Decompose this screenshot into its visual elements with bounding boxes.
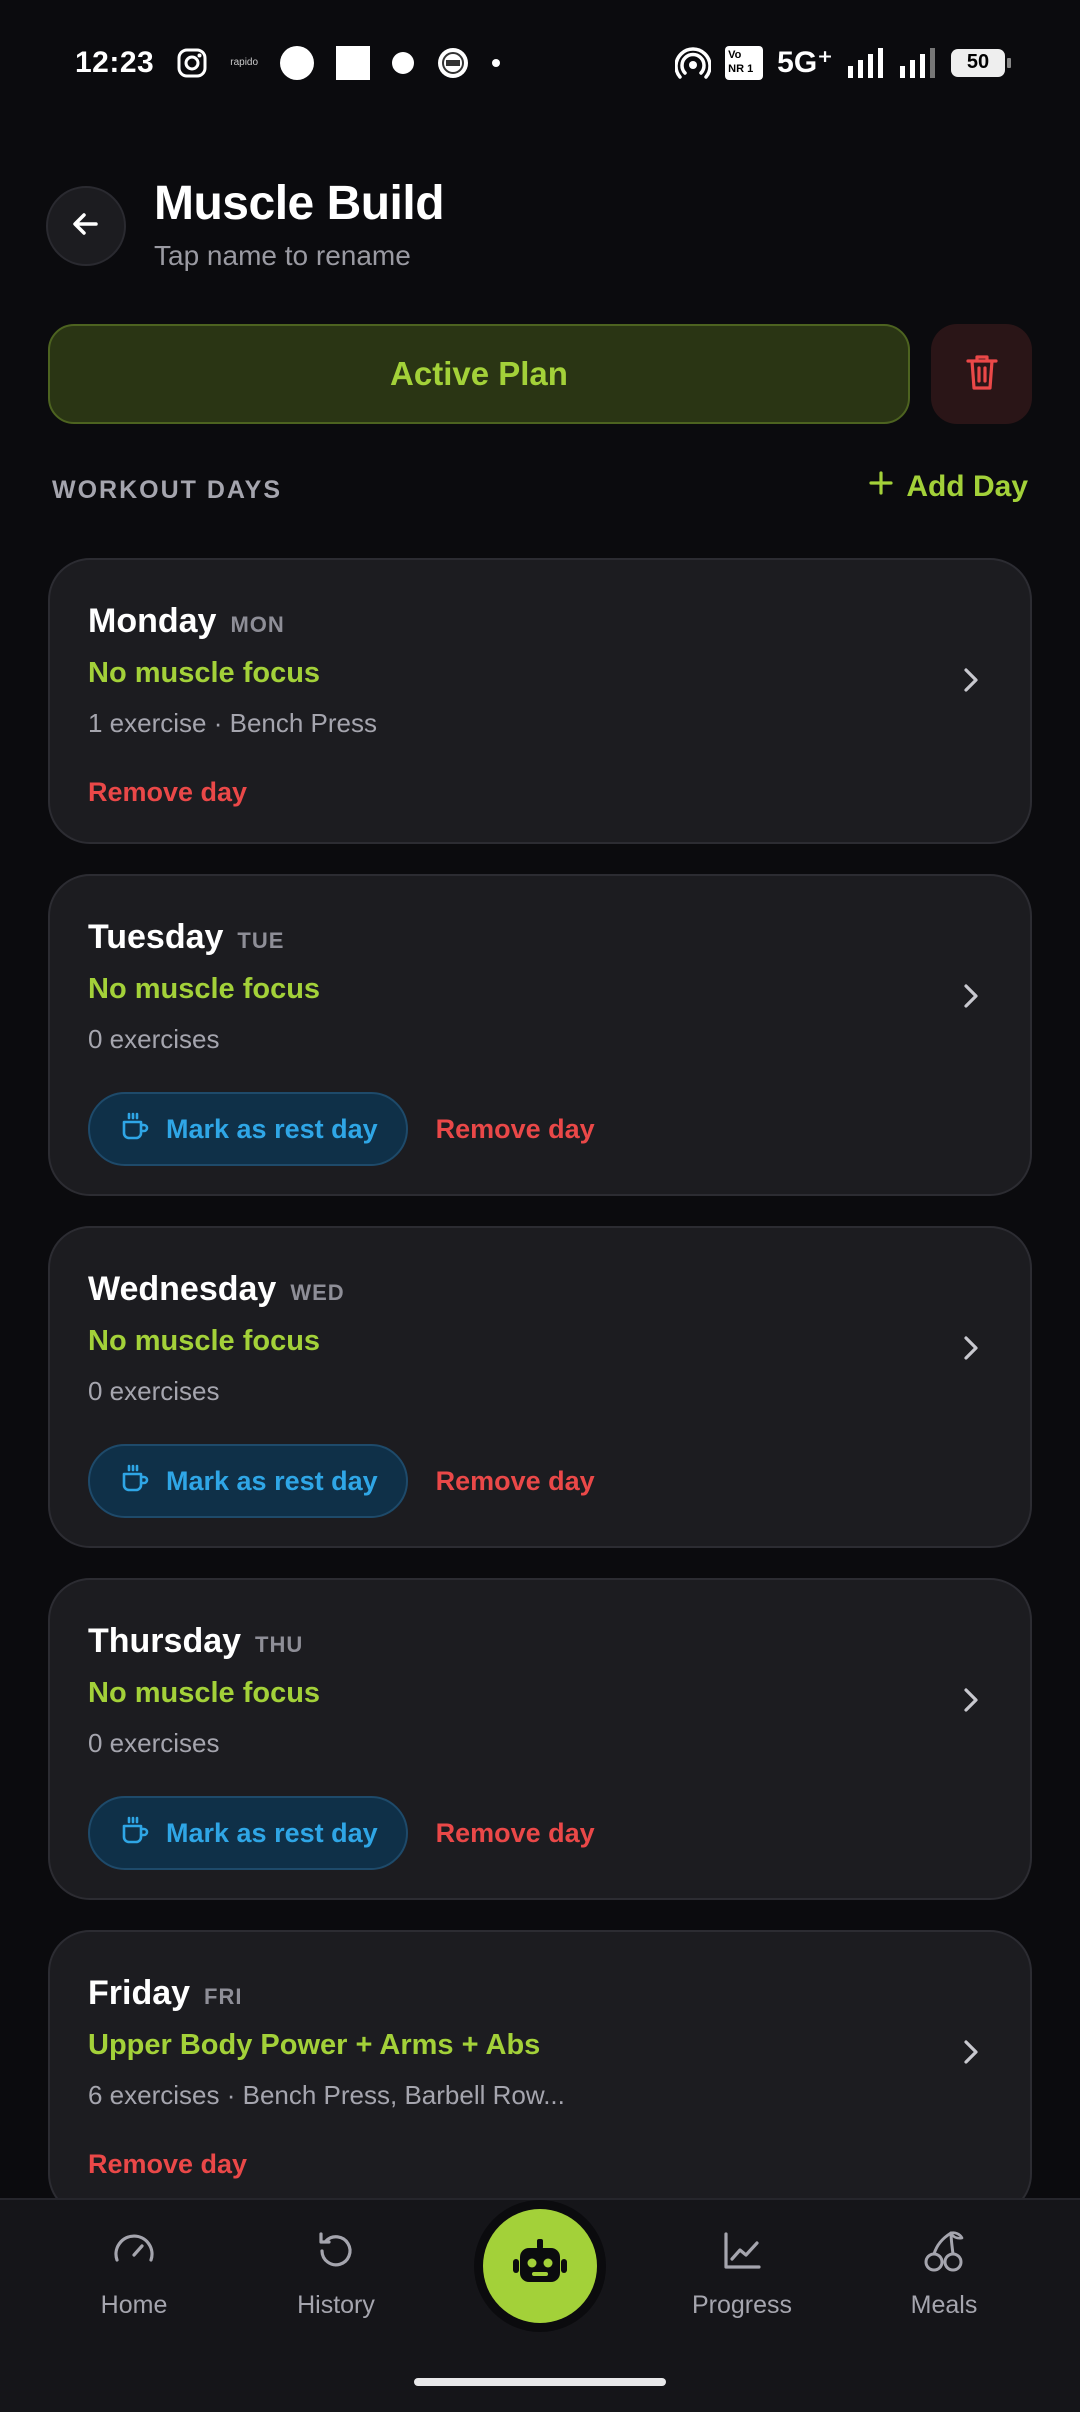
instagram-icon <box>176 47 208 79</box>
nav-history[interactable]: History <box>256 2228 416 2320</box>
nav-meals-label: Meals <box>910 2291 978 2319</box>
notification-square-icon <box>336 45 371 80</box>
speedometer-icon <box>111 2228 157 2281</box>
coffee-cup-icon <box>120 1111 150 1148</box>
plan-name-title[interactable]: Muscle Build <box>154 176 445 231</box>
mark-rest-day-label: Mark as rest day <box>166 1465 378 1496</box>
history-icon <box>313 2228 359 2281</box>
plus-icon <box>868 470 894 504</box>
day-exercise-summary: 0 exercises <box>88 1024 220 1054</box>
chart-line-icon <box>719 2228 765 2281</box>
day-muscle-focus: No muscle focus <box>88 657 321 689</box>
rename-hint: Tap name to rename <box>154 240 411 271</box>
day-name: Thursday <box>88 1622 242 1660</box>
rapido-icon: rapido <box>230 57 259 68</box>
delete-plan-button[interactable] <box>931 324 1032 424</box>
coffee-cup-icon <box>120 1815 150 1852</box>
add-day-button[interactable]: Add Day <box>868 470 1028 504</box>
mark-rest-day-label: Mark as rest day <box>166 1817 378 1848</box>
remove-day-button[interactable]: Remove day <box>436 1466 595 1497</box>
coffee-cup-icon <box>120 1463 150 1500</box>
chevron-right-icon[interactable] <box>956 1680 986 1720</box>
remove-day-button[interactable]: Remove day <box>88 2149 247 2180</box>
day-abbr: FRI <box>204 1984 243 2009</box>
day-muscle-focus: Upper Body Power + Arms + Abs <box>88 2029 541 2061</box>
chevron-right-icon[interactable] <box>956 2032 986 2072</box>
nav-history-label: History <box>297 2291 375 2319</box>
signal-strength-2-icon <box>899 47 937 78</box>
day-exercise-summary: 6 exercises · Bench Press, Barbell Row..… <box>88 2080 565 2110</box>
day-name: Monday <box>88 602 217 640</box>
day-muscle-focus: No muscle focus <box>88 1677 321 1709</box>
signal-strength-icon <box>847 47 885 78</box>
active-plan-button[interactable]: Active Plan <box>48 324 910 424</box>
day-name: Tuesday <box>88 918 224 956</box>
robot-icon <box>508 2234 572 2299</box>
day-name: Wednesday <box>88 1270 277 1308</box>
day-exercise-summary: 0 exercises <box>88 1376 220 1406</box>
day-card-friday[interactable]: Friday FRI Upper Body Power + Arms + Abs… <box>48 1930 1032 2216</box>
back-button[interactable] <box>46 186 126 266</box>
nav-meals[interactable]: Meals <box>864 2228 1024 2320</box>
remove-day-button[interactable]: Remove day <box>88 777 247 808</box>
nav-progress[interactable]: Progress <box>662 2228 822 2320</box>
status-time: 12:23 <box>75 45 155 79</box>
home-indicator[interactable] <box>414 2378 666 2386</box>
chevron-right-icon[interactable] <box>956 660 986 700</box>
day-card-tuesday[interactable]: Tuesday TUE No muscle focus 0 exercises … <box>48 874 1032 1196</box>
day-card-thursday[interactable]: Thursday THU No muscle focus 0 exercises… <box>48 1578 1032 1900</box>
day-abbr: TUE <box>237 928 285 953</box>
add-day-label: Add Day <box>906 470 1028 503</box>
workout-days-list: Monday MON No muscle focus 1 exercise · … <box>48 558 1032 2246</box>
day-muscle-focus: No muscle focus <box>88 973 321 1005</box>
chevron-right-icon[interactable] <box>956 976 986 1016</box>
day-abbr: MON <box>230 612 285 637</box>
vonr-icon: Vo NR 1 <box>725 45 764 80</box>
mark-rest-day-button[interactable]: Mark as rest day <box>88 1444 408 1518</box>
day-card-wednesday[interactable]: Wednesday WED No muscle focus 0 exercise… <box>48 1226 1032 1548</box>
notification-circle-icon <box>280 45 315 80</box>
chevron-right-icon[interactable] <box>956 1328 986 1368</box>
app-badge-icon <box>436 46 470 80</box>
arrow-left-icon <box>69 207 103 246</box>
trash-icon <box>964 352 1000 397</box>
day-abbr: THU <box>255 1632 304 1657</box>
notification-dot-icon <box>392 51 415 74</box>
workout-days-heading: WORKOUT DAYS <box>52 476 283 504</box>
mark-rest-day-button[interactable]: Mark as rest day <box>88 1796 408 1870</box>
remove-day-button[interactable]: Remove day <box>436 1114 595 1145</box>
day-exercise-summary: 0 exercises <box>88 1728 220 1758</box>
nav-home-label: Home <box>100 2291 168 2319</box>
day-muscle-focus: No muscle focus <box>88 1325 321 1357</box>
more-notifications-icon <box>492 58 501 67</box>
remove-day-button[interactable]: Remove day <box>436 1818 595 1849</box>
nav-home[interactable]: Home <box>54 2228 214 2320</box>
network-type: 5G⁺ <box>777 46 833 79</box>
ai-coach-button[interactable] <box>483 2209 597 2323</box>
day-name: Friday <box>88 1974 191 2012</box>
cherries-icon <box>921 2228 967 2281</box>
day-abbr: WED <box>290 1280 345 1305</box>
day-card-monday[interactable]: Monday MON No muscle focus 1 exercise · … <box>48 558 1032 844</box>
status-bar: 12:23 rapido Vo NR 1 5G⁺ 50 <box>0 0 1080 125</box>
day-exercise-summary: 1 exercise · Bench Press <box>88 708 378 738</box>
mark-rest-day-label: Mark as rest day <box>166 1113 378 1144</box>
battery-icon: 50 <box>951 48 1011 77</box>
ai-coach-button-ring <box>474 2200 606 2332</box>
nav-progress-label: Progress <box>691 2291 793 2319</box>
mark-rest-day-button[interactable]: Mark as rest day <box>88 1092 408 1166</box>
hotspot-icon <box>675 45 712 81</box>
